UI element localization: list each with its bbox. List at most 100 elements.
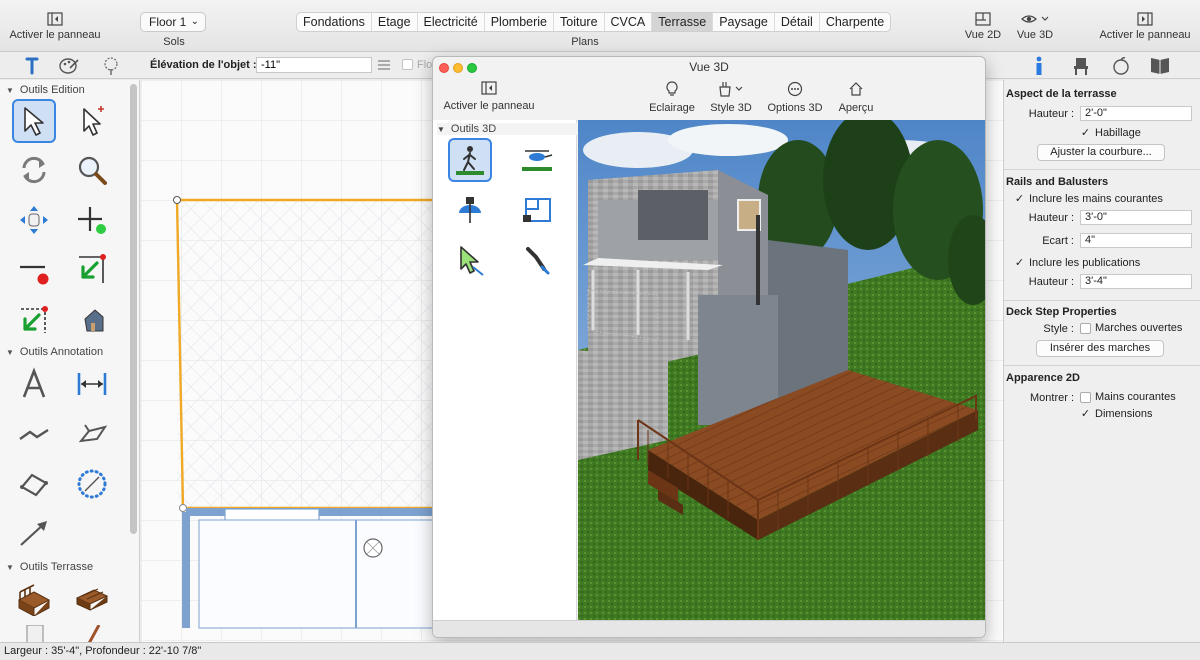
plans-tab-paysage[interactable]: Paysage xyxy=(713,13,775,31)
disclosure-triangle-icon: ▼ xyxy=(6,348,14,357)
add-point-tool[interactable] xyxy=(70,198,114,242)
terrasse-section-header[interactable]: ▼ Outils Terrasse xyxy=(6,561,93,573)
ellipsis-circle-icon xyxy=(787,81,803,97)
habillage-checkbox[interactable]: ✓ Habillage xyxy=(1080,126,1141,140)
hauteur-field[interactable]: 2'-0" xyxy=(1080,106,1192,121)
magnifier-icon xyxy=(78,156,107,185)
elevation-input[interactable] xyxy=(256,57,372,73)
select-group-tool[interactable] xyxy=(70,99,114,143)
select-3d-tool[interactable] xyxy=(448,238,492,282)
tools-3d-header[interactable]: ▼ Outils 3D xyxy=(437,123,577,135)
apercu-button[interactable]: Aperçu xyxy=(833,81,879,114)
floor-select[interactable]: Floor 1 ⌄ xyxy=(140,12,206,32)
plans-tab-cvca[interactable]: CVCA xyxy=(605,13,653,31)
join-tool[interactable] xyxy=(70,248,114,292)
divider xyxy=(1004,169,1200,170)
helicopter-icon xyxy=(522,150,553,171)
plans-tab-toiture[interactable]: Toiture xyxy=(554,13,605,31)
mains-courantes-2d-checkbox[interactable]: Mains courantes xyxy=(1080,391,1176,403)
deck-handle[interactable] xyxy=(179,504,187,512)
view-2d-button[interactable]: Vue 2D xyxy=(958,12,1008,41)
publications-label: Inclure les publications xyxy=(1029,256,1141,269)
palette-scrollbar[interactable] xyxy=(130,84,137,534)
rect-tool[interactable] xyxy=(12,462,56,506)
right-panel-toggle[interactable]: Activer le panneau xyxy=(1096,12,1194,41)
text-letter-icon xyxy=(22,367,46,398)
plans-caption: Plans xyxy=(571,36,599,48)
paper-icon xyxy=(26,625,44,642)
material-apple-icon[interactable] xyxy=(1111,56,1131,76)
chair-icon[interactable] xyxy=(1071,56,1091,76)
more-terrasse-tool[interactable] xyxy=(12,625,56,642)
callout-tool[interactable] xyxy=(70,412,114,456)
circle-tool[interactable] xyxy=(70,462,114,506)
tool-pin-icon[interactable] xyxy=(22,56,42,76)
zoom-tool[interactable] xyxy=(70,148,114,192)
camera-plan-tool[interactable] xyxy=(515,188,559,232)
line-tool[interactable] xyxy=(12,412,56,456)
plans-tab-fondations[interactable]: Fondations xyxy=(297,13,372,31)
edition-section-header[interactable]: ▼ Outils Edition xyxy=(6,84,85,96)
flo-checkbox[interactable] xyxy=(402,59,413,70)
mains-courantes-checkbox[interactable]: ✓ Inclure les mains courantes xyxy=(1014,192,1163,206)
more-terrasse-tool-2[interactable] xyxy=(70,625,114,642)
rails-hauteur-field[interactable]: 3'-0" xyxy=(1080,210,1192,225)
rotate-tool[interactable] xyxy=(12,148,56,192)
lightbulb-icon xyxy=(666,81,678,96)
plans-tab-charpente[interactable]: Charpente xyxy=(820,13,890,31)
3d-render-view[interactable] xyxy=(578,120,985,620)
view-3d-button[interactable]: Vue 3D xyxy=(1010,12,1060,41)
marches-ouvertes-checkbox[interactable]: Marches ouvertes xyxy=(1080,322,1182,334)
plans-tabs: Fondations Etage Electricité Plomberie Toitu… xyxy=(296,12,892,32)
dotted-circle-icon xyxy=(77,469,107,499)
arrow-pointer-green-icon xyxy=(460,246,484,276)
flyover-tool[interactable] xyxy=(515,138,559,182)
plans-tab-detail[interactable]: Détail xyxy=(775,13,820,31)
window-footer xyxy=(433,620,985,637)
plans-tab-plomberie[interactable]: Plomberie xyxy=(485,13,554,31)
tools-3d-panel: ▼ Outils 3D xyxy=(433,120,577,620)
deck-planks-icon xyxy=(75,588,109,611)
ecart-field[interactable]: 4" xyxy=(1080,233,1192,248)
publications-checkbox[interactable]: ✓ Inclure les publications xyxy=(1014,256,1141,270)
v3-panel-label: Activer le panneau xyxy=(443,100,535,112)
move-tool[interactable] xyxy=(12,198,56,242)
info-icon[interactable] xyxy=(1033,56,1045,76)
plans-tab-terrasse[interactable]: Terrasse xyxy=(652,13,714,31)
break-line-tool[interactable] xyxy=(12,248,56,292)
dimensions-checkbox[interactable]: ✓ Dimensions xyxy=(1080,407,1153,421)
eclairage-button[interactable]: Eclairage xyxy=(647,81,697,114)
deck-planks-tool[interactable] xyxy=(70,577,114,621)
left-panel-toggle[interactable]: Activer le panneau xyxy=(6,12,104,41)
dimension-tool[interactable] xyxy=(70,362,114,406)
select-tool[interactable] xyxy=(12,99,56,143)
deck-handle[interactable] xyxy=(173,196,181,204)
camera-place-tool[interactable] xyxy=(448,188,492,232)
palette-paint-icon[interactable] xyxy=(58,56,80,76)
inserer-marches-button[interactable]: Insérer des marches xyxy=(1036,340,1164,357)
annotation-section-header[interactable]: ▼ Outils Annotation xyxy=(6,346,103,358)
eyedropper-tool[interactable] xyxy=(515,238,559,282)
text-tool[interactable] xyxy=(12,362,56,406)
corner-arrow-icon xyxy=(21,306,48,333)
deck-tool[interactable] xyxy=(12,577,56,621)
walkthrough-tool[interactable] xyxy=(448,138,492,182)
house-tool[interactable] xyxy=(70,298,114,342)
pub-hauteur-field[interactable]: 3'-4" xyxy=(1080,274,1192,289)
corner-tool[interactable] xyxy=(12,298,56,342)
view-3d-window[interactable]: Vue 3D Activer le panneau Eclairage Styl… xyxy=(432,56,986,638)
v3-panel-toggle[interactable]: Activer le panneau xyxy=(441,81,537,112)
plant-icon[interactable] xyxy=(100,55,122,77)
habillage-label: Habillage xyxy=(1095,126,1141,139)
style-3d-button[interactable]: Style 3D xyxy=(707,81,755,114)
view-3d-label: Vue 3D xyxy=(1016,29,1054,41)
plans-tab-etage[interactable]: Etage xyxy=(372,13,418,31)
book-icon[interactable] xyxy=(1149,56,1171,76)
options-3d-button[interactable]: Options 3D xyxy=(767,81,823,114)
arrow-tool[interactable] xyxy=(12,510,56,554)
ajuster-courbure-button[interactable]: Ajuster la courbure... xyxy=(1037,144,1165,161)
list-icon[interactable] xyxy=(378,60,390,70)
plans-tab-electricite[interactable]: Electricité xyxy=(418,13,485,31)
divider xyxy=(1004,300,1200,301)
floor-caption: Sols xyxy=(163,36,185,48)
